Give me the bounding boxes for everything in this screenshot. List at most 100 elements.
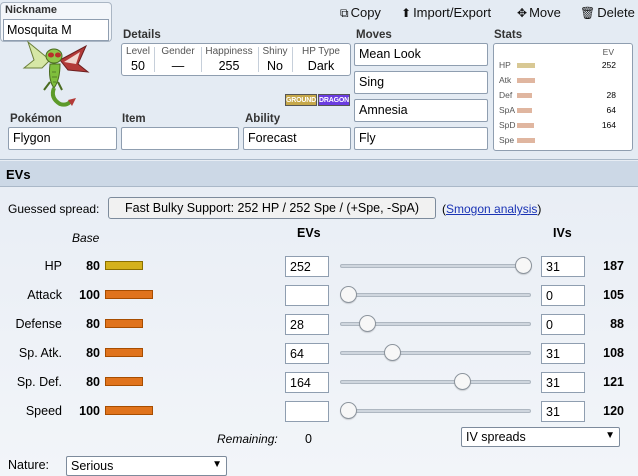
iv-input[interactable] bbox=[541, 314, 585, 335]
stat-name: Speed bbox=[25, 404, 62, 418]
mini-stat-ev: 252 bbox=[601, 60, 616, 70]
evs-section-header: EVs bbox=[0, 161, 638, 187]
ev-slider-track[interactable] bbox=[340, 293, 531, 297]
ev-input[interactable] bbox=[285, 285, 329, 306]
ev-input[interactable] bbox=[285, 401, 329, 422]
base-value: 80 bbox=[86, 346, 100, 360]
move-2-field[interactable]: Sing bbox=[354, 71, 488, 94]
final-stat-value: 121 bbox=[603, 375, 624, 389]
divider bbox=[154, 47, 155, 72]
smogon-analysis: (Smogon analysis) bbox=[442, 202, 542, 216]
remaining-value: 0 bbox=[305, 432, 312, 446]
mini-stat-row: Spe bbox=[494, 135, 634, 147]
nature-label: Nature: bbox=[8, 458, 49, 472]
move-4-field[interactable]: Fly bbox=[354, 127, 488, 150]
move-icon: ✥ bbox=[517, 6, 528, 20]
mini-stat-ev: 28 bbox=[606, 90, 616, 100]
iv-input[interactable] bbox=[541, 372, 585, 393]
ev-slider-track[interactable] bbox=[340, 351, 531, 355]
ability-field[interactable]: Forecast bbox=[243, 127, 351, 150]
mini-stat-name: Spe bbox=[499, 135, 515, 145]
iv-input[interactable] bbox=[541, 343, 585, 364]
chevron-down-icon: ▼ bbox=[212, 459, 222, 470]
stats-label: Stats bbox=[494, 29, 523, 41]
mini-stat-name: HP bbox=[499, 60, 511, 70]
set-editor-panel: Nickname ⧉Copy ⬆Import/Export ✥Move 🗑Del… bbox=[0, 0, 638, 160]
move-1-field[interactable]: Mean Look bbox=[354, 43, 488, 66]
mini-stat-bar bbox=[517, 108, 532, 113]
import-export-button[interactable]: ⬆ Import/Export bbox=[401, 5, 491, 23]
mini-stat-bar bbox=[517, 93, 532, 98]
smogon-analysis-link[interactable]: Smogon analysis bbox=[446, 202, 537, 216]
base-stat-bar bbox=[105, 261, 143, 270]
ev-slider-thumb[interactable] bbox=[384, 344, 401, 361]
iv-input[interactable] bbox=[541, 285, 585, 306]
iv-input[interactable] bbox=[541, 256, 585, 277]
pokemon-field[interactable]: Flygon bbox=[8, 127, 117, 150]
ev-slider-track[interactable] bbox=[340, 380, 531, 384]
ev-slider-track[interactable] bbox=[340, 264, 531, 268]
mini-stat-ev: 64 bbox=[606, 105, 616, 115]
type-badge-ground: GROUND bbox=[285, 94, 317, 106]
details-button[interactable]: Level 50 Gender — Happiness 255 Shiny No… bbox=[121, 43, 351, 76]
base-value: 80 bbox=[86, 317, 100, 331]
gender-cell: Gender — bbox=[161, 46, 195, 73]
nickname-label: Nickname bbox=[5, 4, 57, 16]
move-3-field[interactable]: Amnesia bbox=[354, 99, 488, 122]
mini-stat-bar bbox=[517, 138, 535, 143]
item-label: Item bbox=[122, 113, 146, 125]
remaining-label: Remaining: bbox=[217, 432, 278, 446]
mini-stat-name: SpA bbox=[499, 105, 516, 115]
happiness-cell: Happiness 255 bbox=[205, 46, 253, 73]
copy-button[interactable]: ⧉ Copy bbox=[340, 5, 381, 23]
base-value: 100 bbox=[79, 404, 100, 418]
item-field[interactable] bbox=[121, 127, 239, 150]
final-stat-value: 187 bbox=[603, 259, 624, 273]
stat-name: Defense bbox=[15, 317, 62, 331]
guessed-spread-button[interactable]: Fast Bulky Support: 252 HP / 252 Spe / (… bbox=[108, 197, 436, 219]
flygon-sprite[interactable] bbox=[20, 38, 90, 110]
base-value: 80 bbox=[86, 375, 100, 389]
ev-slider-thumb[interactable] bbox=[454, 373, 471, 390]
stat-name: HP bbox=[44, 259, 62, 273]
ev-slider-thumb[interactable] bbox=[515, 257, 532, 274]
mini-stat-name: Atk bbox=[499, 75, 512, 85]
ev-slider-thumb[interactable] bbox=[340, 286, 357, 303]
iv-input[interactable] bbox=[541, 401, 585, 422]
mini-stat-row: Def 28 bbox=[494, 90, 634, 102]
base-stat-bar bbox=[105, 406, 153, 415]
base-value: 100 bbox=[79, 288, 100, 302]
mini-stat-row: SpD 164 bbox=[494, 120, 634, 132]
ev-slider-thumb[interactable] bbox=[340, 402, 357, 419]
ev-input[interactable] bbox=[285, 314, 329, 335]
move-button[interactable]: ✥ Move bbox=[517, 5, 561, 23]
mini-stat-row: HP 252 bbox=[494, 60, 634, 72]
ev-slider-thumb[interactable] bbox=[359, 315, 376, 332]
upload-icon: ⬆ bbox=[401, 6, 412, 20]
hp-type-cell: HP Type Dark bbox=[302, 46, 340, 73]
ev-input[interactable] bbox=[285, 372, 329, 393]
iv-spreads-select[interactable]: IV spreads ▼ bbox=[461, 427, 620, 447]
shiny-cell: Shiny No bbox=[262, 46, 288, 73]
mini-stat-row: Atk bbox=[494, 75, 634, 87]
ev-input[interactable] bbox=[285, 343, 329, 364]
stat-name: Sp. Def. bbox=[16, 375, 62, 389]
stat-name: Sp. Atk. bbox=[18, 346, 62, 360]
mini-stat-ev: 164 bbox=[601, 120, 616, 130]
nature-select[interactable]: Serious ▼ bbox=[66, 456, 227, 476]
final-stat-value: 120 bbox=[603, 404, 624, 418]
delete-button[interactable]: 🗑 Delete bbox=[580, 5, 635, 23]
ev-slider-track[interactable] bbox=[340, 409, 531, 413]
nickname-box: Nickname bbox=[0, 2, 112, 42]
details-label: Details bbox=[123, 29, 161, 41]
ev-input[interactable] bbox=[285, 256, 329, 277]
trash-icon: 🗑 bbox=[580, 6, 596, 20]
mini-stat-name: Def bbox=[499, 90, 513, 100]
base-stat-bar bbox=[105, 290, 153, 299]
chevron-down-icon: ▼ bbox=[605, 430, 615, 441]
mini-stat-name: SpD bbox=[499, 120, 516, 130]
final-stat-value: 105 bbox=[603, 288, 624, 302]
base-stat-bar bbox=[105, 377, 143, 386]
stats-button[interactable]: EV HP 252 Atk Def 28 SpA 64 SpD 164 Spe bbox=[493, 43, 633, 151]
stat-name: Attack bbox=[27, 288, 62, 302]
